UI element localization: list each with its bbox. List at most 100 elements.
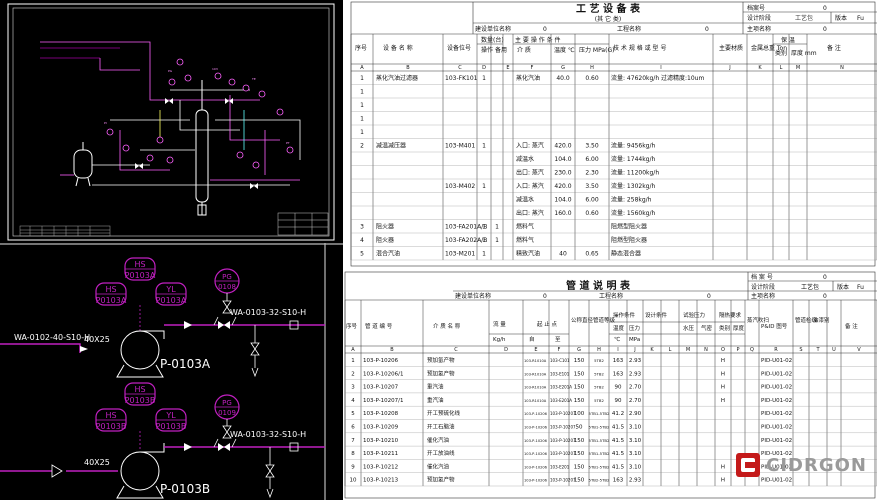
svg-text:设 备 名 称: 设 备 名 称 bbox=[383, 44, 413, 52]
eq-cell-spec: 流量: 1302kg/h bbox=[611, 182, 656, 190]
eq-stage-label: 设计阶段 bbox=[747, 14, 771, 22]
svg-text:HS: HS bbox=[105, 411, 116, 420]
cad-pump-detail[interactable]: HS P0103A HS P0103A YL P0103A PG 0108 WA… bbox=[0, 243, 343, 500]
pp-cell-grade: 5TB1-5TB2 bbox=[589, 451, 610, 456]
pp-letter: J bbox=[633, 347, 635, 353]
eq-cell-seq: 1 bbox=[360, 75, 364, 82]
svg-text:TE: TE bbox=[251, 77, 256, 81]
eq-cell-seq: 4 bbox=[360, 237, 364, 244]
pg-0108-bubble: PG 0108 bbox=[214, 268, 240, 294]
pp-cell-to: 103-P-10207 bbox=[550, 411, 576, 416]
logo-mark-icon bbox=[735, 452, 761, 478]
svg-text:序号: 序号 bbox=[346, 322, 358, 330]
pp-cell-press: 2.93 bbox=[629, 371, 642, 377]
pp-cell-medium: 预加氢产物 bbox=[427, 476, 455, 484]
pp-cell-grade: 5TB2 bbox=[594, 398, 604, 403]
eq-docno-value: 0 bbox=[823, 5, 827, 12]
eq-cell-medium: 蒸化汽油 bbox=[516, 74, 540, 82]
svg-text:主要材质: 主要材质 bbox=[719, 44, 743, 52]
eq-unit-label: 建设单位名称 bbox=[475, 25, 511, 33]
pp-cell-pid: PID-U01-02 bbox=[761, 478, 792, 484]
svg-text:P0103A: P0103A bbox=[156, 296, 187, 305]
svg-text:PG: PG bbox=[168, 69, 173, 73]
svg-text:保 温: 保 温 bbox=[781, 36, 795, 44]
pp-unit-value: 0 bbox=[543, 293, 547, 300]
pp-cell-temp: 41.5 bbox=[612, 425, 625, 431]
pp-cell-cat: H bbox=[721, 398, 725, 404]
pp-cell-from: 103-P-10206 bbox=[524, 479, 548, 483]
reducer-label-b: 40X25 bbox=[84, 458, 110, 467]
pp-cell-code: 103-P-10211 bbox=[363, 451, 398, 457]
pp-cell-dn: 150 bbox=[574, 451, 585, 457]
pp-project-value: 0 bbox=[707, 293, 711, 300]
eq-cell-medium: 出口: 蒸汽 bbox=[516, 169, 544, 177]
svg-text:P0103B: P0103B bbox=[156, 422, 187, 431]
pp-cell-pid: PID-U01-02 bbox=[761, 371, 792, 377]
eq-cell-medium: 精致汽油 bbox=[516, 250, 540, 258]
pp-cell-from: 103-P-10206 bbox=[524, 412, 548, 416]
pp-cell-code: 103-P-10209 bbox=[363, 425, 399, 431]
eq-cell-medium: 入口: 蒸汽 bbox=[516, 142, 544, 150]
eq-cell-medium: 燃料气 bbox=[516, 236, 534, 244]
eq-cell-seq: 5 bbox=[360, 251, 364, 258]
svg-text:HS: HS bbox=[105, 285, 116, 294]
equipment-table-sheet[interactable]: 工 艺 设 备 表 (其 它 类) 档案号 0 设计阶段 工艺包 版本 Fu 主… bbox=[343, 0, 877, 270]
pp-cell-press: 2.93 bbox=[629, 478, 642, 484]
reducer-label-a: 40X25 bbox=[84, 335, 110, 344]
eq-cell-temp: 40.0 bbox=[556, 75, 570, 82]
svg-text:YL: YL bbox=[165, 411, 176, 420]
eq-subtitle: (其 它 类) bbox=[595, 15, 622, 23]
eq-cell-spec: 流量: 47620kg/h 过滤精度:10um bbox=[611, 74, 704, 82]
pp-cell-pid: PID-U01-02 bbox=[761, 425, 792, 431]
svg-text:P0103B: P0103B bbox=[125, 396, 156, 405]
svg-text:备用: 备用 bbox=[495, 46, 507, 54]
pp-cell-temp: 41.5 bbox=[612, 464, 625, 470]
eq-letter: H bbox=[590, 65, 594, 71]
pp-mainproject-label: 主项名称 bbox=[751, 292, 775, 300]
eq-cell-qty: 1 bbox=[482, 224, 486, 231]
pp-cell-from: 103-P-10206 bbox=[524, 426, 548, 430]
svg-text:自: 自 bbox=[529, 335, 535, 343]
eq-cell-tag: 103-M401 bbox=[445, 143, 475, 150]
eq-project-label: 工程名称 bbox=[617, 25, 641, 33]
pp-cell-medium: 重汽油 bbox=[427, 383, 444, 391]
pp-letter: L bbox=[669, 347, 672, 353]
pp-cell-medium: 开工石脑油 bbox=[427, 423, 455, 431]
pp-cell-temp: 90 bbox=[615, 385, 622, 391]
eq-cell-qty: 1 bbox=[482, 143, 486, 150]
pipe-table-sheet[interactable]: 管 道 说 明 表 档 案 号 0 设计阶段 工艺包 版本 Fu 主项名称 0 … bbox=[343, 270, 877, 500]
pp-cell-medium: 开工放油线 bbox=[427, 449, 455, 457]
eq-cell-name: 混合汽油 bbox=[376, 250, 400, 258]
pp-cell-pid: PID-U01-02 bbox=[761, 398, 792, 404]
pp-cell-dn: 150 bbox=[574, 478, 585, 484]
eq-cell-spare: 1 bbox=[495, 224, 499, 231]
svg-text:103: 103 bbox=[212, 67, 218, 71]
eq-letter: G bbox=[561, 65, 565, 71]
pp-cell-pid: PID-U01-02 bbox=[761, 358, 792, 364]
eq-cell-seq: 3 bbox=[360, 224, 364, 231]
pp-title: 管 道 说 明 表 bbox=[566, 279, 631, 292]
eq-cell-medium: 燃料气 bbox=[516, 223, 534, 231]
eq-letter: A bbox=[360, 65, 364, 71]
pp-cell-code: 103-P-10206 bbox=[363, 358, 399, 364]
eq-cell-temp: 104.0 bbox=[554, 156, 571, 163]
eq-cell-press: 6.00 bbox=[585, 156, 599, 163]
pp-cell-dn: 150 bbox=[574, 358, 585, 364]
pp-letter: M bbox=[686, 347, 690, 353]
svg-text:PG: PG bbox=[222, 399, 232, 407]
pp-cell-medium: 重汽油 bbox=[427, 396, 444, 404]
eq-table-row: 1 bbox=[360, 102, 364, 109]
pp-cell-code: 103-P-10206/1 bbox=[363, 371, 404, 377]
pp-cell-temp: 163 bbox=[613, 358, 624, 364]
pp-cell-to: 103-P-10207 bbox=[550, 438, 576, 443]
pp-letter: A bbox=[351, 347, 355, 353]
eq-cell-name: 阻火器 bbox=[376, 223, 394, 231]
cad-overview-drawing[interactable]: PG 103 TE PI PT bbox=[0, 0, 343, 243]
eq-cell-seq: 1 bbox=[360, 89, 364, 96]
pp-letter: O bbox=[721, 347, 725, 353]
pp-cell-to: 103-E201A bbox=[550, 385, 572, 390]
eq-cell-temp: 104.0 bbox=[554, 197, 571, 204]
pp-cell-dn: 150 bbox=[574, 438, 585, 444]
pp-cell-from: 103-P-10206 bbox=[524, 465, 548, 469]
svg-text:厚度 mm: 厚度 mm bbox=[791, 49, 817, 57]
